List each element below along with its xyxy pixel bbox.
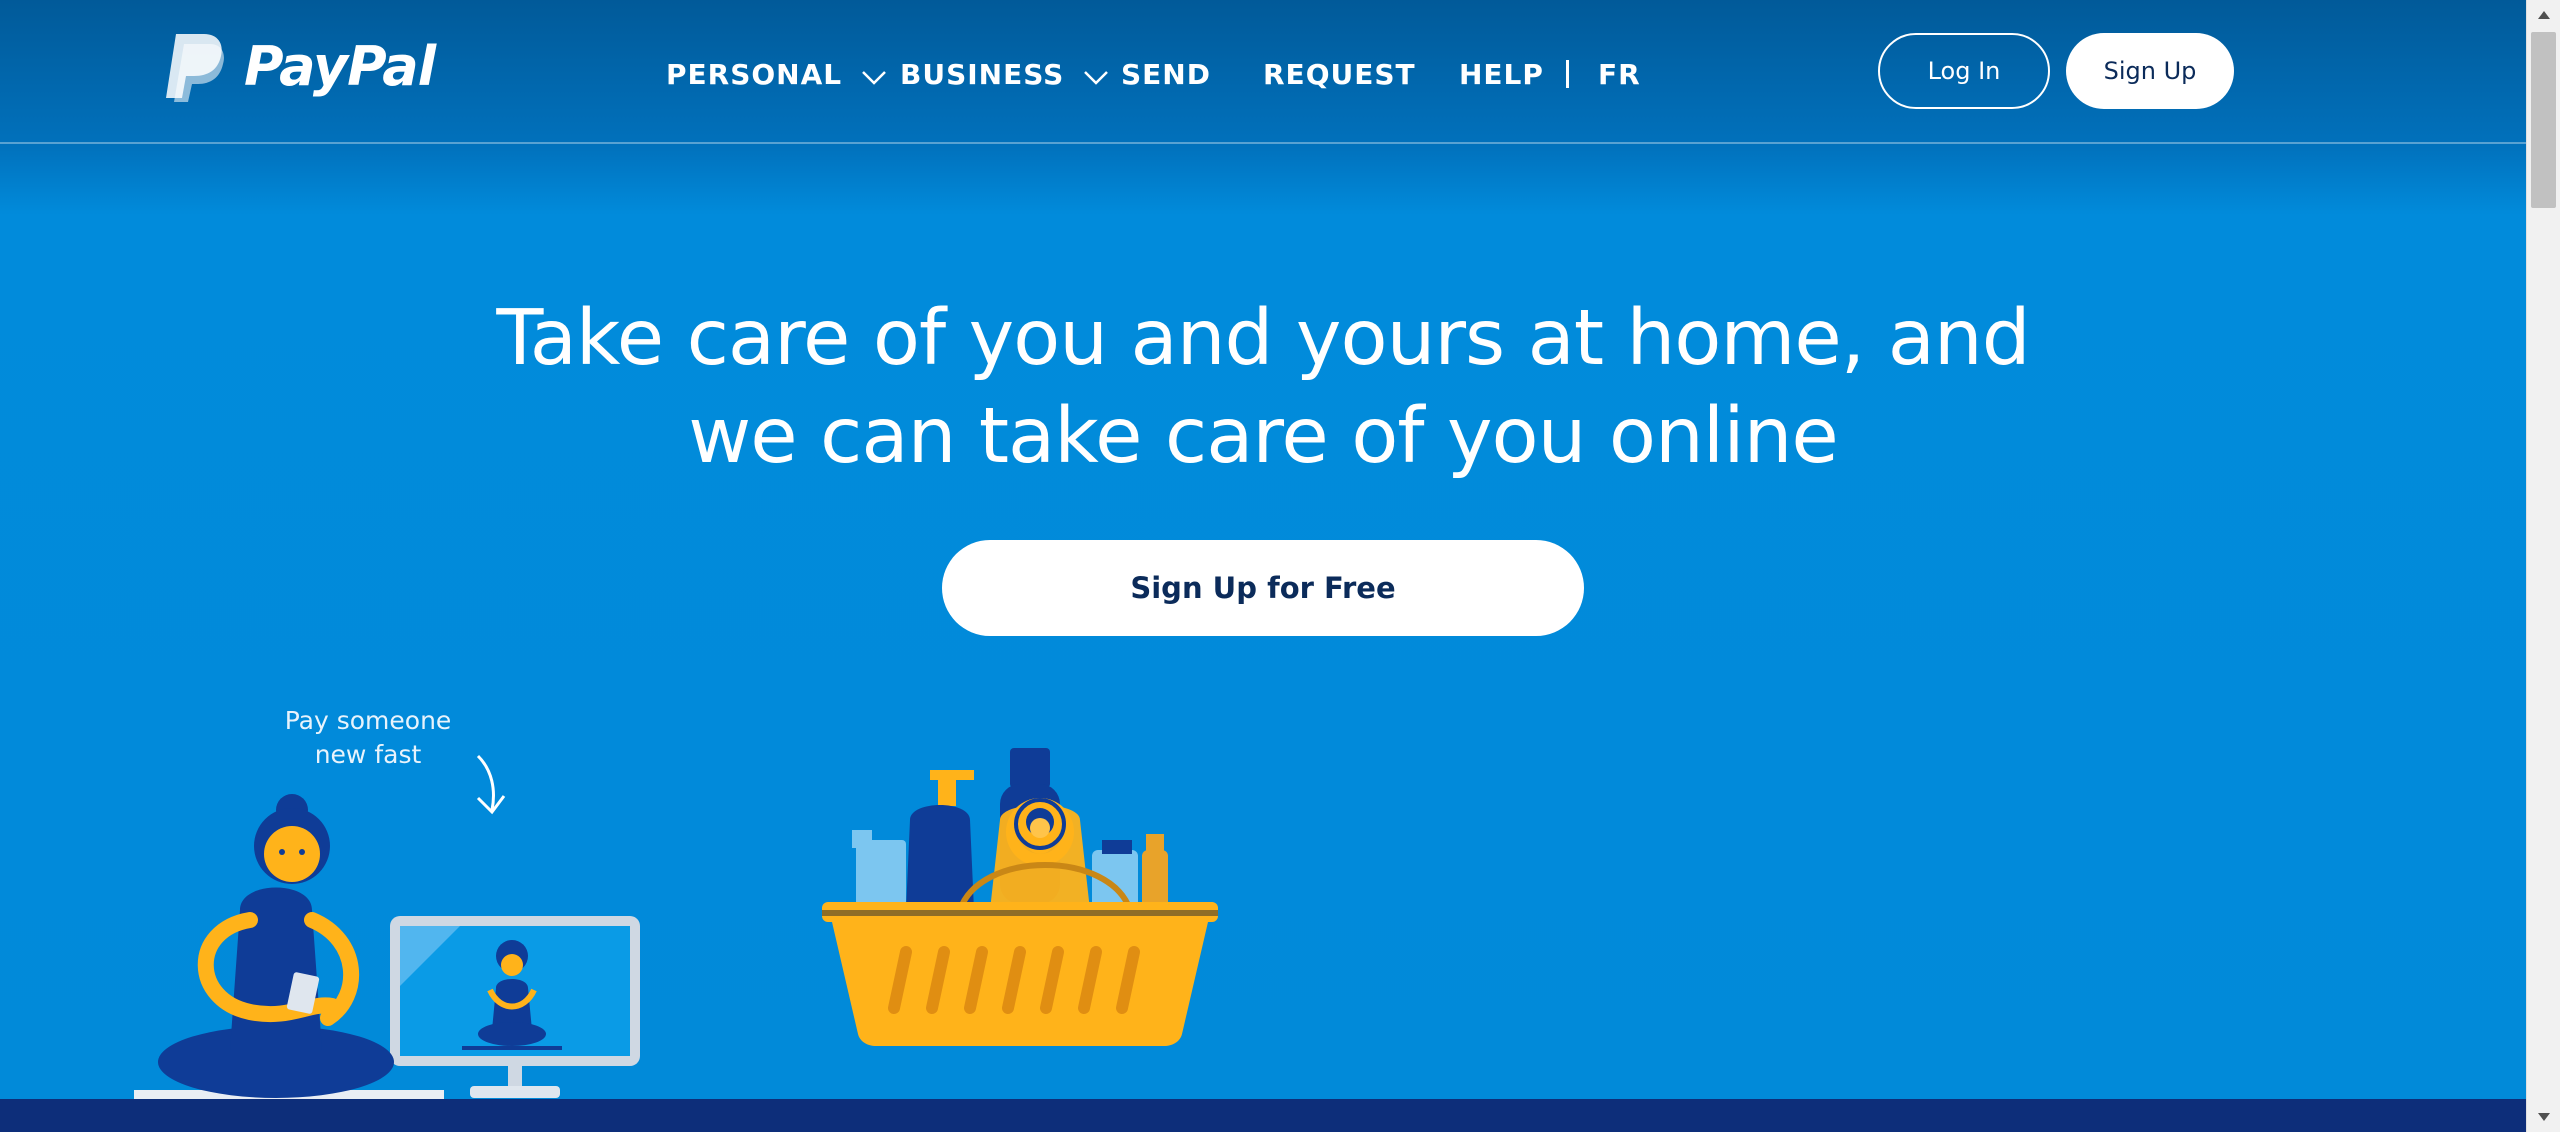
- nav-help-label: HELP: [1459, 57, 1544, 91]
- nav-divider: [1566, 60, 1569, 88]
- page: PayPal PERSONAL BUSINESS SEND REQUEST HE…: [0, 0, 2526, 1132]
- login-button[interactable]: Log In: [1878, 33, 2050, 109]
- chevron-down-icon: [1084, 71, 1109, 85]
- site-header: PayPal PERSONAL BUSINESS SEND REQUEST HE…: [0, 0, 2526, 144]
- hero-title: Take care of you and yours at home, and …: [463, 290, 2063, 486]
- nav-help[interactable]: HELP: [1459, 54, 1544, 94]
- paypal-logo[interactable]: PayPal: [164, 32, 436, 102]
- nav-send[interactable]: SEND: [1121, 54, 1211, 94]
- nav-business[interactable]: BUSINESS: [900, 54, 1110, 94]
- scroll-down-arrow-icon[interactable]: [2527, 1102, 2560, 1132]
- scrollbar-thumb[interactable]: [2531, 32, 2556, 208]
- nav-language-label: FR: [1598, 57, 1641, 91]
- nav-personal[interactable]: PERSONAL: [666, 54, 888, 94]
- signup-free-button[interactable]: Sign Up for Free: [942, 540, 1584, 636]
- nav-request-label: REQUEST: [1263, 57, 1416, 91]
- person-with-monitor-illustration: [134, 754, 640, 1100]
- vertical-scrollbar[interactable]: [2526, 0, 2560, 1132]
- nav-language-fr[interactable]: FR: [1598, 54, 1641, 94]
- logo-text: PayPal: [244, 35, 436, 98]
- chevron-down-icon: [862, 71, 887, 85]
- nav-personal-label: PERSONAL: [666, 57, 843, 91]
- shopping-basket-illustration: [822, 748, 1218, 1046]
- nav-request[interactable]: REQUEST: [1263, 54, 1416, 94]
- paypal-logo-icon: [166, 34, 224, 102]
- nav-send-label: SEND: [1121, 57, 1211, 91]
- hero-title-line-1: Take care of you and yours at home, and: [496, 294, 2030, 383]
- nav-business-label: BUSINESS: [900, 57, 1065, 91]
- scroll-up-arrow-icon[interactable]: [2527, 0, 2560, 30]
- footer-band: [0, 1099, 2526, 1132]
- signup-button[interactable]: Sign Up: [2066, 33, 2234, 109]
- hero-title-line-2: we can take care of you online: [688, 392, 1839, 481]
